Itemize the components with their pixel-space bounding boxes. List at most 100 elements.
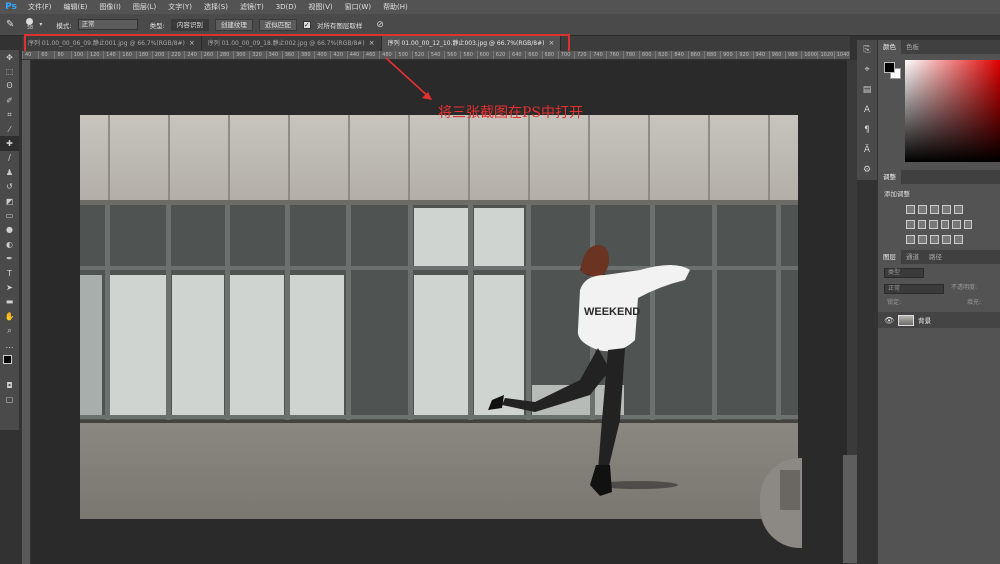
ruler-tick: 740 [590, 51, 606, 59]
panel-tab[interactable]: 颜色 [878, 40, 901, 54]
quick-mask-icon[interactable]: ◘ [0, 378, 19, 392]
dodge-tool-icon[interactable]: ◐ [0, 237, 19, 251]
color-panel-tabs: 颜色 色板 [878, 40, 1000, 54]
ruler-tick: 1000 [801, 51, 817, 59]
chevron-down-icon[interactable]: ▾ [39, 21, 42, 28]
shape-tool-icon[interactable]: ▬ [0, 295, 19, 309]
tools-panel: ✥ ⬚ ʘ ✐ ⌗ ⁄ ✚ ∕ ♟ ↺ ◩ ▭ ● ◐ ✒ T ➤ ▬ ✋ ⌕ … [0, 50, 19, 430]
create-texture-button[interactable]: 创建纹理 [214, 18, 253, 31]
ruler-tick: 400 [314, 51, 330, 59]
panel-tab[interactable]: 通道 [901, 250, 924, 264]
more-tools-icon[interactable]: … [0, 338, 19, 352]
layer-name: 背景 [918, 317, 932, 325]
screen-mode-icon[interactable]: ▢ [0, 393, 19, 407]
properties-icon[interactable]: ⚙ [857, 160, 877, 180]
panel-tab[interactable]: 图层 [878, 250, 901, 264]
document-photo[interactable]: WEEKEND [80, 115, 798, 519]
healing-brush-icon[interactable]: ✎ [6, 19, 14, 30]
menu-item[interactable]: 帮助(H) [377, 0, 414, 14]
menu-item[interactable]: 滤镜(T) [234, 0, 270, 14]
vibrance-icon[interactable] [954, 205, 963, 214]
brush-size: 38 [26, 25, 34, 31]
gradient-tool-icon[interactable]: ▭ [0, 208, 19, 222]
ruler-tick: 800 [638, 51, 655, 59]
ruler-tick: 60 [38, 51, 54, 59]
menu-item[interactable]: 视图(V) [302, 0, 338, 14]
lookup-icon[interactable] [963, 220, 972, 229]
ruler-tick: 720 [573, 51, 590, 59]
eyedropper-tool-icon[interactable]: ⁄ [0, 122, 19, 136]
panel-tab[interactable]: 色板 [901, 40, 924, 54]
pressure-icon[interactable]: ⊘ [376, 20, 384, 30]
ruler-tick: 840 [671, 51, 687, 59]
photo-filter-icon[interactable] [940, 220, 949, 229]
gradient-map-icon[interactable] [942, 235, 951, 244]
character-icon[interactable]: A [857, 100, 877, 120]
blend-mode-select[interactable]: 正常 [884, 284, 944, 294]
menu-item[interactable]: 选择(S) [198, 0, 234, 14]
crop-tool-icon[interactable]: ⌗ [0, 108, 19, 122]
ruler-tick: 160 [119, 51, 135, 59]
channel-mixer-icon[interactable] [952, 220, 961, 229]
brush-tool-icon[interactable]: ∕ [0, 151, 19, 165]
color-balance-icon[interactable] [917, 220, 926, 229]
healing-tool-icon[interactable]: ✚ [0, 136, 19, 151]
info-icon[interactable]: ▤ [857, 80, 877, 100]
dancer-figure: WEEKEND [488, 244, 690, 496]
menu-item[interactable]: 图层(L) [127, 0, 162, 14]
layer-row-background[interactable]: 👁 背景 [878, 312, 1000, 328]
menu-item[interactable]: 编辑(E) [58, 0, 94, 14]
ruler-tick: 580 [460, 51, 476, 59]
adjustments-tab[interactable]: 调整 [878, 170, 901, 184]
brush-dot-icon [26, 18, 34, 25]
paragraph-icon[interactable]: ¶ [857, 120, 877, 140]
curves-icon[interactable] [930, 205, 939, 214]
lasso-tool-icon[interactable]: ʘ [0, 79, 19, 93]
move-tool-icon[interactable]: ✥ [0, 50, 19, 64]
blur-tool-icon[interactable]: ● [0, 223, 19, 237]
bw-icon[interactable] [929, 220, 938, 229]
pen-tool-icon[interactable]: ✒ [0, 251, 19, 265]
exposure-icon[interactable] [942, 205, 951, 214]
hand-tool-icon[interactable]: ✋ [0, 309, 19, 323]
quick-select-tool-icon[interactable]: ✐ [0, 93, 19, 107]
kind-filter[interactable]: 类型 [884, 268, 924, 278]
menu-item[interactable]: 图像(I) [93, 0, 127, 14]
stamp-tool-icon[interactable]: ♟ [0, 165, 19, 179]
foreground-color-swatch[interactable] [3, 355, 12, 365]
content-aware-button[interactable]: 内容识别 [170, 18, 209, 31]
foreground-swatch[interactable] [884, 62, 895, 73]
mode-select[interactable]: 正常 [77, 19, 138, 30]
history-icon[interactable]: ⎘ [857, 40, 877, 60]
sample-all-layers-checkbox[interactable]: ✓ [302, 20, 311, 29]
color-spectrum[interactable] [905, 60, 1000, 162]
brightness-icon[interactable] [906, 205, 915, 214]
menu-item[interactable]: 窗口(W) [339, 0, 377, 14]
type-tool-icon[interactable]: T [0, 266, 19, 280]
posterize-icon[interactable] [918, 235, 927, 244]
add-adjustment-label: 添加调整 [884, 190, 910, 198]
ruler-tick: 660 [525, 51, 541, 59]
eraser-tool-icon[interactable]: ◩ [0, 194, 19, 208]
history-brush-icon[interactable]: ↺ [0, 180, 19, 194]
panel-tab[interactable]: 路径 [924, 250, 947, 264]
menu-item[interactable]: 3D(D) [270, 0, 303, 14]
glyph-icon[interactable]: Ä [857, 140, 877, 160]
menu-item[interactable]: 文件(F) [22, 0, 58, 14]
eye-icon[interactable]: 👁 [884, 316, 894, 325]
hue-icon[interactable] [906, 220, 915, 229]
swatch-swap-icon[interactable] [0, 352, 19, 378]
ruler-tick: 80 [54, 51, 70, 59]
invert-icon[interactable] [906, 235, 915, 244]
navigator-icon[interactable]: ⌖ [857, 60, 877, 80]
selective-color-icon[interactable] [954, 235, 963, 244]
proximity-match-button[interactable]: 近似匹配 [258, 18, 297, 31]
levels-icon[interactable] [918, 205, 927, 214]
ruler-tick: 280 [216, 51, 233, 59]
marquee-tool-icon[interactable]: ⬚ [0, 64, 19, 78]
threshold-icon[interactable] [930, 235, 939, 244]
menu-item[interactable]: 文字(Y) [162, 0, 198, 14]
zoom-tool-icon[interactable]: ⌕ [0, 323, 19, 337]
brush-preset-picker[interactable]: 38 [26, 18, 34, 31]
path-select-icon[interactable]: ➤ [0, 280, 19, 294]
